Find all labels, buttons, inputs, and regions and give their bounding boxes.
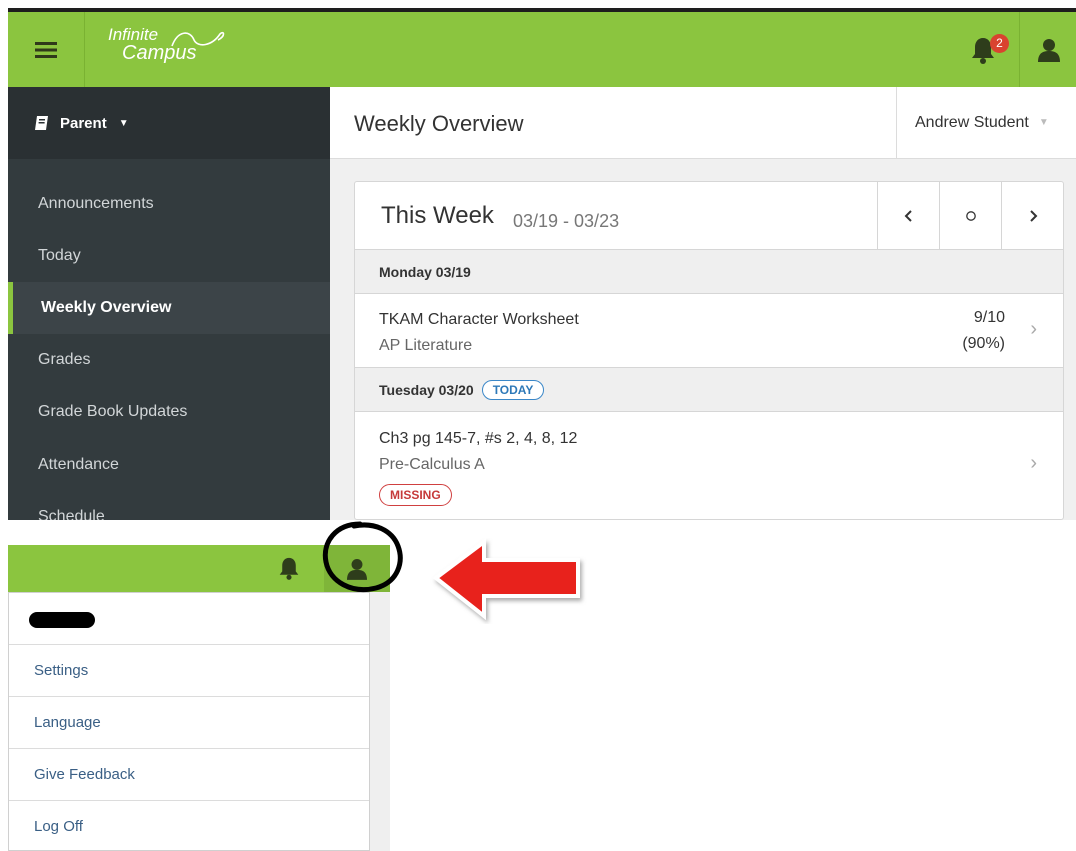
missing-badge: MISSING bbox=[379, 484, 452, 506]
sidebar-item-attendance[interactable]: Attendance bbox=[8, 439, 330, 491]
assignment-score: 9/10 (90%) bbox=[962, 305, 1005, 357]
assignment-row[interactable]: TKAM Character Worksheet AP Literature 9… bbox=[355, 294, 1063, 368]
red-arrow-annotation bbox=[432, 538, 580, 621]
user-icon bbox=[1037, 38, 1060, 62]
highlight-circle-annotation bbox=[322, 521, 403, 592]
next-week-button[interactable] bbox=[1001, 182, 1063, 249]
infinite-campus-logo: Infinite Campus bbox=[108, 26, 225, 63]
chevron-right-icon: › bbox=[1030, 318, 1037, 340]
bell-icon bbox=[279, 557, 299, 580]
notifications-button[interactable] bbox=[278, 555, 304, 581]
sidebar-item-today[interactable]: Today bbox=[8, 230, 330, 282]
day-header-tuesday: Tuesday 03/20 TODAY bbox=[355, 368, 1063, 412]
sidebar-item-grade-book-updates[interactable]: Grade Book Updates bbox=[8, 386, 330, 438]
sidebar-item-weekly-overview[interactable]: Weekly Overview bbox=[8, 282, 330, 334]
week-card-header: This Week 03/19 - 03/23 bbox=[355, 182, 1063, 250]
caret-down-icon: ▼ bbox=[1038, 117, 1049, 128]
book-icon bbox=[35, 116, 48, 130]
menu-item-give-feedback[interactable]: Give Feedback bbox=[9, 748, 369, 800]
assignment-title: TKAM Character Worksheet bbox=[379, 311, 579, 328]
week-title: This Week bbox=[381, 202, 494, 229]
weekly-overview-screenshot: Infinite Campus 2 Parent ▼ Announcements… bbox=[8, 8, 1076, 520]
day-label: Tuesday 03/20 bbox=[379, 381, 474, 398]
page-title: Weekly Overview bbox=[354, 111, 524, 136]
menu-item-language[interactable]: Language bbox=[9, 696, 369, 748]
hamburger-icon bbox=[35, 41, 57, 58]
user-dropdown-menu: Settings Language Give Feedback Log Off bbox=[8, 592, 370, 851]
today-badge: TODAY bbox=[481, 379, 545, 400]
student-selector[interactable]: Andrew Student ▼ bbox=[896, 87, 1076, 158]
current-week-button[interactable] bbox=[939, 182, 1001, 249]
assignment-course: AP Literature bbox=[379, 337, 473, 354]
sidebar-item-grades[interactable]: Grades bbox=[8, 334, 330, 386]
day-header-monday: Monday 03/19 bbox=[355, 250, 1063, 294]
logo-swoosh-icon bbox=[171, 31, 225, 47]
sidebar-item-announcements[interactable]: Announcements bbox=[8, 178, 330, 230]
assignment-title: Ch3 pg 145-7, #s 2, 4, 8, 12 bbox=[379, 430, 578, 447]
student-name: Andrew Student bbox=[915, 113, 1029, 131]
notification-count-badge: 2 bbox=[990, 34, 1009, 53]
score-points: 9/10 bbox=[973, 309, 1005, 326]
page-background bbox=[370, 592, 390, 851]
assignment-course: Pre-Calculus A bbox=[379, 456, 485, 473]
role-selector[interactable]: Parent ▼ bbox=[8, 87, 330, 159]
previous-week-button[interactable] bbox=[877, 182, 939, 249]
user-menu-button[interactable] bbox=[1019, 12, 1076, 87]
week-card: This Week 03/19 - 03/23 Monday 03/19 TKA… bbox=[354, 181, 1064, 520]
chevron-right-icon: › bbox=[1030, 452, 1037, 474]
week-date-range: 03/19 - 03/23 bbox=[513, 211, 620, 231]
chevron-right-icon bbox=[1029, 209, 1037, 222]
score-percent: (90%) bbox=[962, 335, 1005, 352]
redacted-user-name bbox=[29, 612, 95, 628]
menu-toggle-button[interactable] bbox=[8, 12, 85, 87]
menu-item-log-off[interactable]: Log Off bbox=[9, 800, 369, 851]
sidebar-item-schedule[interactable]: Schedule bbox=[8, 491, 330, 520]
day-label: Monday 03/19 bbox=[379, 263, 471, 280]
page-header: Weekly Overview Andrew Student ▼ bbox=[330, 87, 1076, 159]
caret-down-icon: ▼ bbox=[118, 117, 129, 129]
assignment-row[interactable]: Ch3 pg 145-7, #s 2, 4, 8, 12 Pre-Calculu… bbox=[355, 412, 1063, 520]
role-label: Parent bbox=[60, 114, 107, 132]
top-bar: Infinite Campus 2 bbox=[8, 8, 1076, 87]
notifications-button[interactable] bbox=[948, 12, 1018, 87]
menu-item-settings[interactable]: Settings bbox=[9, 644, 369, 696]
chevron-left-icon bbox=[904, 209, 912, 222]
circle-icon bbox=[965, 210, 976, 221]
sidebar: Parent ▼ Announcements Today Weekly Over… bbox=[8, 87, 330, 520]
